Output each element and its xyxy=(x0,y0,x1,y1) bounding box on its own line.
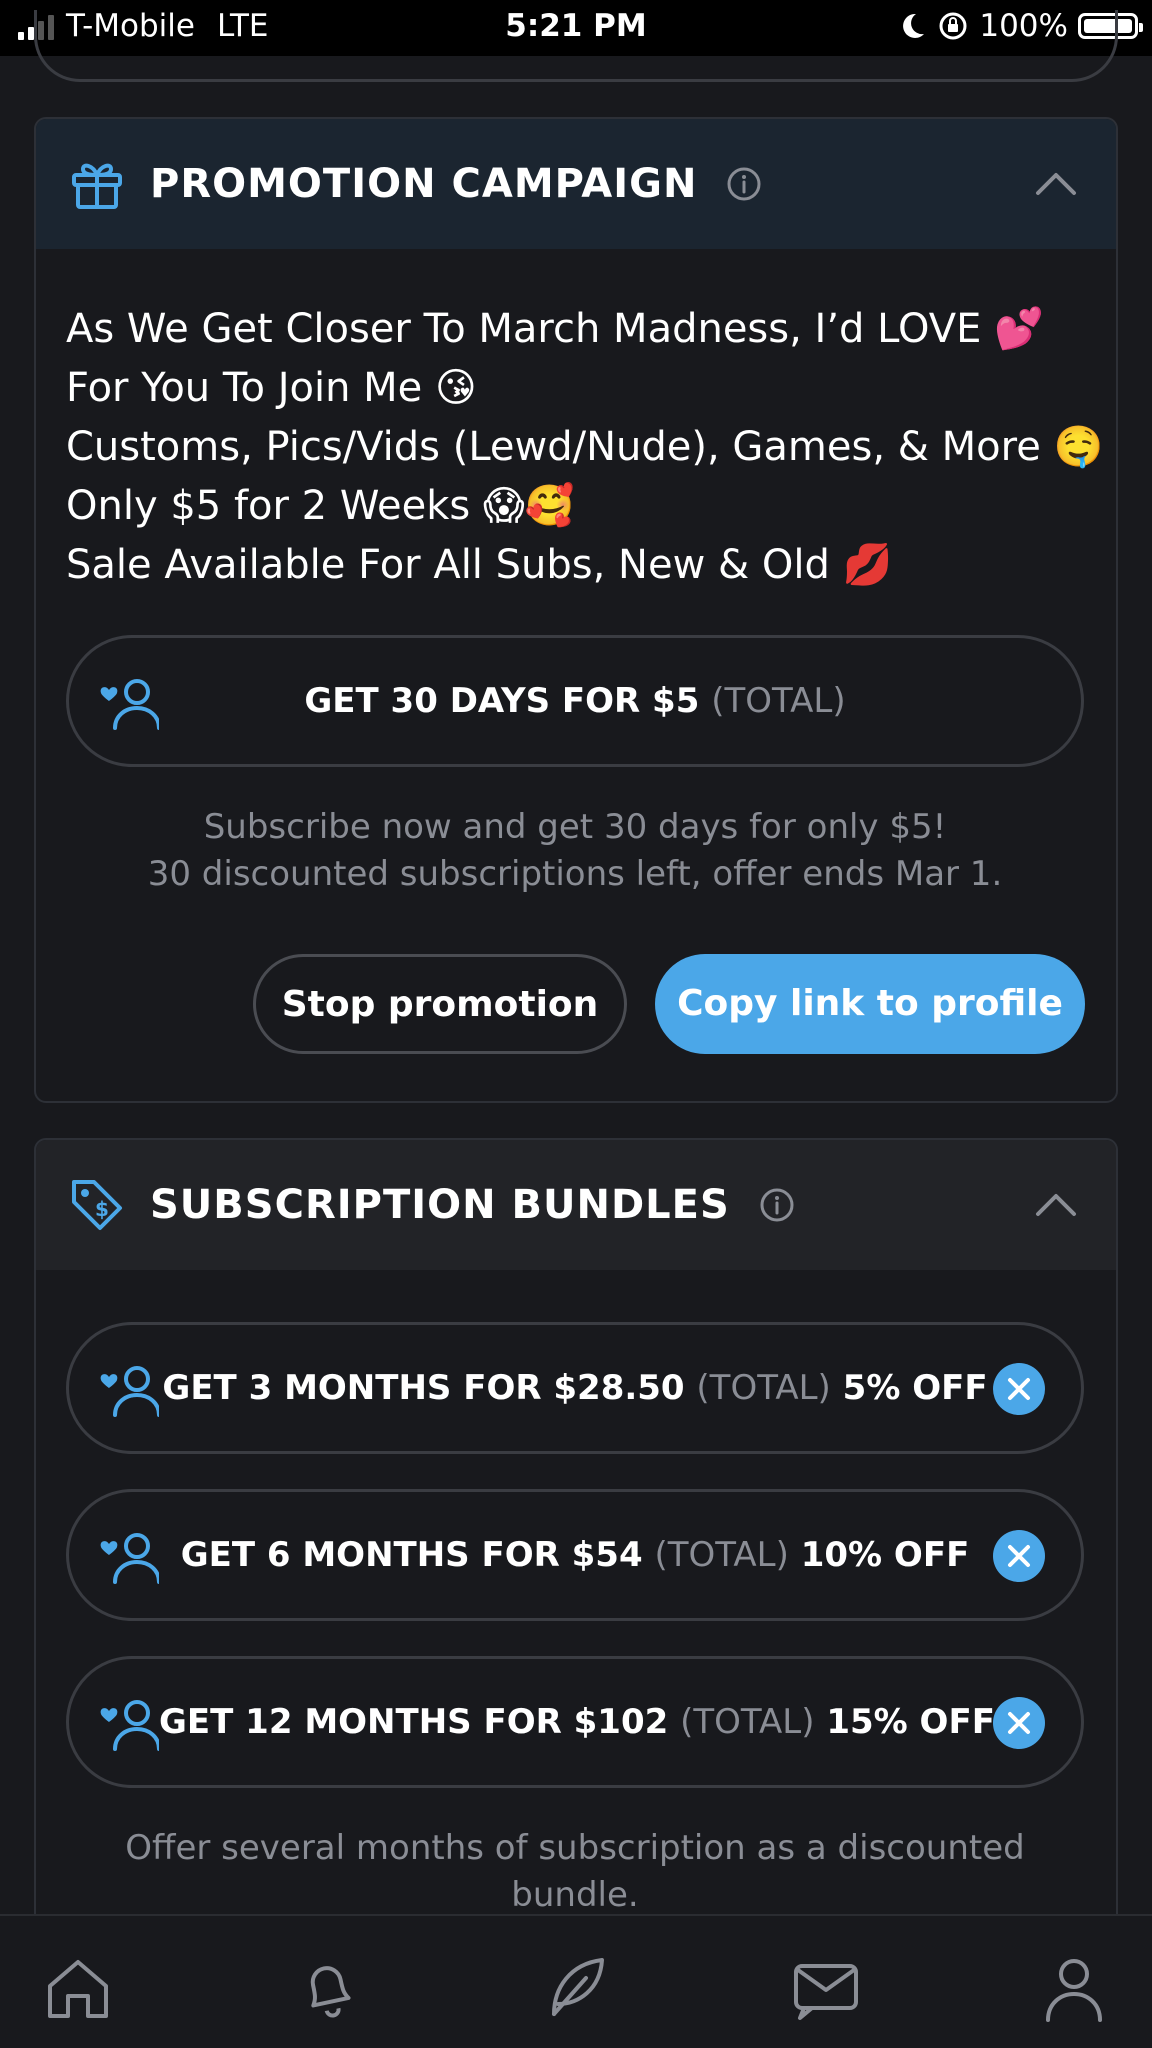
bundles-note: Offer several months of subscription as … xyxy=(66,1825,1084,1919)
bell-icon xyxy=(310,1966,351,2018)
bundle-label: GET 12 MONTHS FOR $102 (TOTAL) 15% OFF xyxy=(159,1659,995,1785)
offer-suffix: (TOTAL) xyxy=(711,681,846,721)
bundle-suffix: (TOTAL) xyxy=(654,1535,789,1575)
subscription-bundles-title: SUBSCRIPTION BUNDLES xyxy=(150,1182,730,1228)
promotion-campaign-title: PROMOTION CAMPAIGN xyxy=(150,161,698,207)
feather-icon xyxy=(552,1958,604,2016)
promotion-offer-pill[interactable]: GET 30 DAYS FOR $5 (TOTAL) xyxy=(66,635,1084,767)
message-icon xyxy=(794,1964,858,2020)
bundle-suffix: (TOTAL) xyxy=(680,1702,815,1742)
promotion-message-line: Customs, Pics/Vids (Lewd/Nude), Games, &… xyxy=(66,424,1104,470)
user-heart-icon xyxy=(100,1366,159,1417)
nav-messages[interactable] xyxy=(790,1952,862,2024)
bottom-nav xyxy=(0,1914,1152,2048)
subscription-bundles-header[interactable]: $ SUBSCRIPTION BUNDLES xyxy=(36,1140,1116,1270)
nav-profile[interactable] xyxy=(1038,1952,1110,2024)
remove-bundle-button[interactable] xyxy=(993,1697,1045,1749)
info-icon[interactable] xyxy=(760,1188,794,1222)
bundle-label: GET 6 MONTHS FOR $54 (TOTAL) 10% OFF xyxy=(159,1492,991,1618)
promotion-message-line: For You To Join Me 😘 xyxy=(66,365,477,411)
bundle-discount: 5% OFF xyxy=(842,1368,988,1408)
bundles-note-line: Offer several months of subscription as … xyxy=(125,1828,1025,1868)
price-tag-icon: $ xyxy=(72,1180,122,1230)
remove-bundle-button[interactable] xyxy=(993,1363,1045,1415)
chevron-up-icon[interactable] xyxy=(1034,1190,1078,1218)
promotion-note: Subscribe now and get 30 days for only $… xyxy=(66,804,1084,898)
user-heart-icon xyxy=(100,1700,159,1751)
user-heart-icon xyxy=(100,1533,159,1584)
offer-main: GET 30 DAYS FOR $5 xyxy=(304,681,700,721)
bundle-pill[interactable]: GET 12 MONTHS FOR $102 (TOTAL) 15% OFF xyxy=(66,1656,1084,1788)
bundle-main: GET 6 MONTHS FOR $54 xyxy=(180,1535,643,1575)
promotion-message-line: Sale Available For All Subs, New & Old 💋 xyxy=(66,542,893,588)
nav-notifications[interactable] xyxy=(292,1952,364,2024)
home-icon xyxy=(48,1960,108,2018)
close-icon xyxy=(1008,1378,1030,1400)
promotion-campaign-header[interactable]: PROMOTION CAMPAIGN xyxy=(36,119,1116,249)
promotion-message-line: As We Get Closer To March Madness, I’d L… xyxy=(66,306,1044,352)
promotion-message-line: Only $5 for 2 Weeks 😱🥰 xyxy=(66,483,575,529)
profile-icon xyxy=(1046,1959,1102,2022)
user-heart-icon xyxy=(100,679,159,730)
bundle-main: GET 3 MONTHS FOR $28.50 xyxy=(162,1368,685,1408)
bundle-discount: 15% OFF xyxy=(826,1702,995,1742)
info-icon[interactable] xyxy=(727,167,761,201)
bundles-note-line: bundle. xyxy=(511,1875,639,1915)
bundle-main: GET 12 MONTHS FOR $102 xyxy=(159,1702,669,1742)
close-icon xyxy=(1008,1712,1030,1734)
promotion-note-line: 30 discounted subscriptions left, offer … xyxy=(147,854,1003,894)
nav-home[interactable] xyxy=(42,1952,114,2024)
previous-card-edge xyxy=(34,10,1118,82)
bundle-label: GET 3 MONTHS FOR $28.50 (TOTAL) 5% OFF xyxy=(159,1325,991,1451)
bundle-suffix: (TOTAL) xyxy=(696,1368,831,1408)
bundle-pill[interactable]: GET 3 MONTHS FOR $28.50 (TOTAL) 5% OFF xyxy=(66,1322,1084,1454)
bundle-discount: 10% OFF xyxy=(800,1535,970,1575)
promotion-message: As We Get Closer To March Madness, I’d L… xyxy=(66,300,1103,595)
copy-link-button[interactable]: Copy link to profile xyxy=(655,954,1085,1054)
chevron-up-icon[interactable] xyxy=(1034,169,1078,197)
nav-new-post[interactable] xyxy=(540,1952,612,2024)
bundle-pill[interactable]: GET 6 MONTHS FOR $54 (TOTAL) 10% OFF xyxy=(66,1489,1084,1621)
offer-label: GET 30 DAYS FOR $5 (TOTAL) xyxy=(159,638,991,764)
close-icon xyxy=(1008,1545,1030,1567)
stop-promotion-button[interactable]: Stop promotion xyxy=(253,954,627,1054)
svg-text:$: $ xyxy=(95,1197,109,1221)
promotion-note-line: Subscribe now and get 30 days for only $… xyxy=(203,807,947,847)
gift-icon xyxy=(72,163,122,209)
remove-bundle-button[interactable] xyxy=(993,1530,1045,1582)
